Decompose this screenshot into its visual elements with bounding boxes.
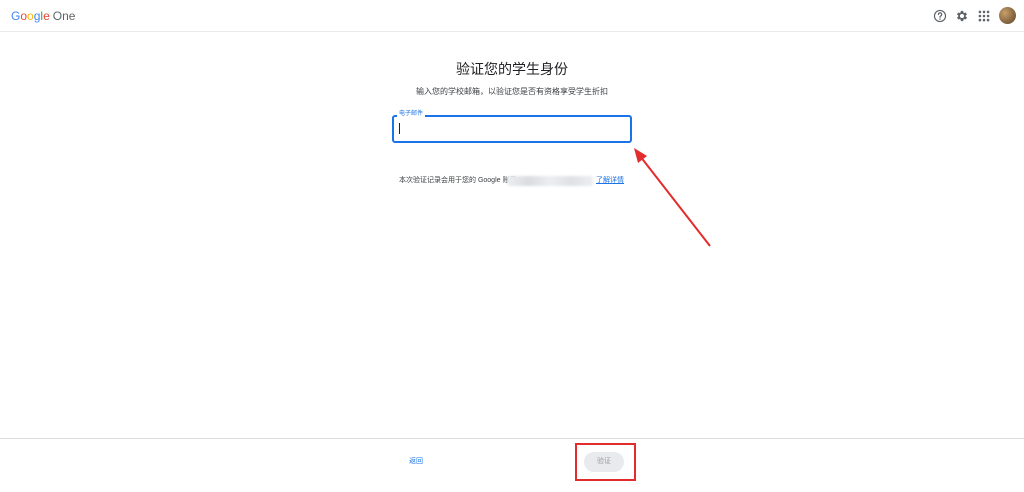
logo-letter: e	[43, 9, 50, 23]
verify-button[interactable]: 验证	[584, 452, 624, 472]
google-one-logo[interactable]: Google One	[11, 9, 75, 23]
email-field[interactable]	[392, 115, 632, 143]
text-cursor	[399, 123, 400, 134]
page-subtitle: 输入您的学校邮箱，以验证您是否有资格享受学生折扣	[416, 87, 608, 96]
redacted-email	[507, 176, 593, 186]
back-button[interactable]: 返回	[409, 457, 423, 467]
email-field-label: 电子邮件	[397, 110, 426, 118]
logo-letter: G	[11, 9, 21, 23]
account-note: 本次验证记录会用于您的 Google 账号	[399, 177, 517, 184]
logo-product-name: One	[52, 9, 76, 23]
apps-icon[interactable]	[977, 9, 991, 23]
app-header: Google One	[0, 0, 1024, 32]
page-title: 验证您的学生身份	[456, 61, 568, 77]
help-icon[interactable]	[933, 9, 947, 23]
footer-bar	[0, 438, 1024, 492]
logo-letter: o	[27, 9, 34, 23]
account-avatar[interactable]	[999, 7, 1016, 24]
email-input[interactable]	[400, 122, 620, 136]
settings-icon[interactable]	[955, 9, 969, 23]
learn-more-link[interactable]: 了解详情	[596, 176, 624, 186]
